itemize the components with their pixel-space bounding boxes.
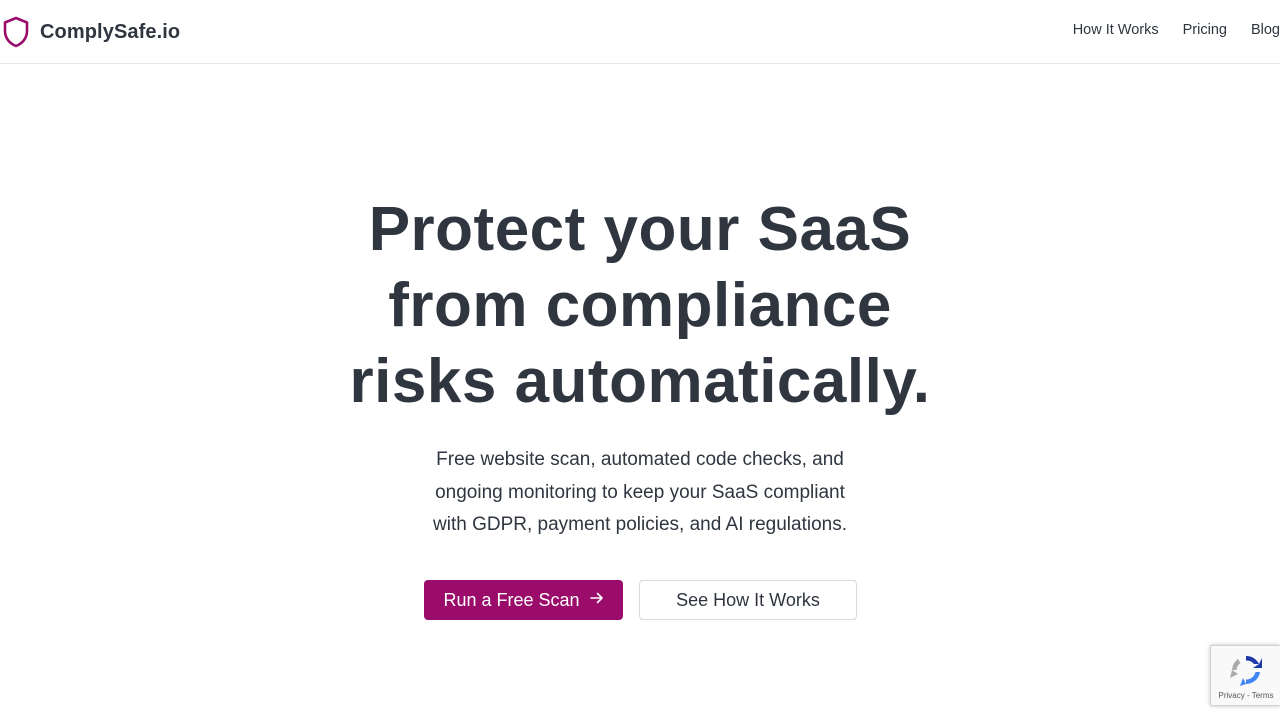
nav-item-pricing[interactable]: Pricing — [1183, 22, 1227, 38]
hero-title-line: from compliance — [388, 271, 892, 340]
run-free-scan-button[interactable]: Run a Free Scan — [424, 580, 623, 620]
brand-logo-link[interactable]: ComplySafe.io — [2, 15, 180, 49]
hero-title: Protect your SaaS from compliance risks … — [0, 192, 1280, 420]
shield-icon — [3, 16, 29, 48]
recaptcha-separator: - — [1246, 691, 1250, 700]
nav-item-how-it-works[interactable]: How It Works — [1073, 22, 1159, 38]
recaptcha-links: Privacy - Terms — [1211, 691, 1280, 700]
recaptcha-icon — [1230, 655, 1262, 686]
recaptcha-badge[interactable]: Privacy - Terms — [1210, 645, 1280, 706]
hero-title-line: risks automatically. — [349, 347, 931, 416]
nav-item-blog[interactable]: Blog — [1251, 22, 1280, 38]
hero-subtitle-line: ongoing monitoring to keep your SaaS com… — [435, 481, 845, 503]
hero-title-line: Protect your SaaS — [368, 195, 912, 264]
hero-subtitle-line: Free website scan, automated code checks… — [436, 449, 844, 470]
recaptcha-privacy-link[interactable]: Privacy — [1219, 691, 1245, 700]
hero-subtitle-line: with GDPR, payment policies, and AI regu… — [433, 514, 847, 535]
page: ComplySafe.io How It Works Pricing Blog … — [0, 0, 1280, 720]
cta-row: Run a Free Scan See How It Works — [424, 580, 857, 620]
run-free-scan-label: Run a Free Scan — [443, 589, 580, 610]
main-nav: How It Works Pricing Blog — [1073, 22, 1280, 38]
recaptcha-terms-link[interactable]: Terms — [1252, 691, 1274, 700]
see-how-it-works-button[interactable]: See How It Works — [639, 580, 857, 620]
site-header: ComplySafe.io How It Works Pricing Blog — [0, 0, 1280, 64]
hero-subtitle: Free website scan, automated code checks… — [390, 444, 890, 542]
arrow-right-icon — [589, 592, 604, 608]
brand-name: ComplySafe.io — [40, 20, 181, 43]
